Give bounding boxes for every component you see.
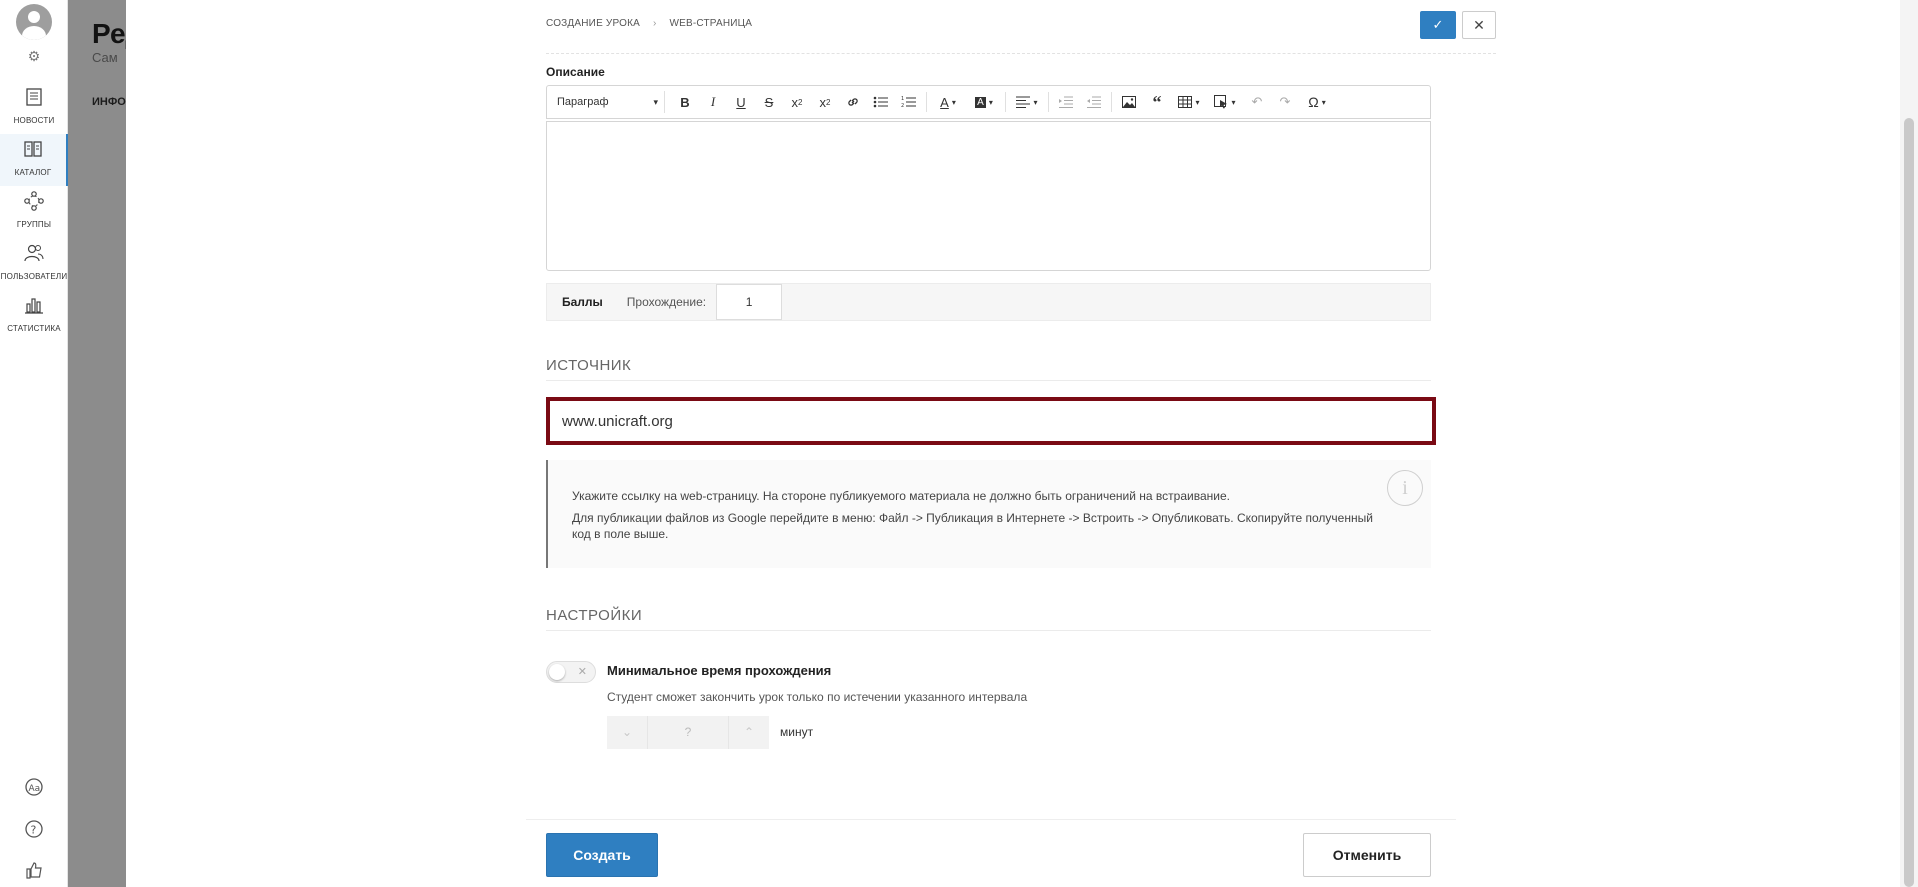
min-time-description: Студент сможет закончить урок только по … [607, 690, 1028, 704]
nav-item-label: ПОЛЬЗОВАТЕЛИ [0, 272, 68, 281]
chevron-down-icon: ▾ [653, 96, 658, 107]
table-icon[interactable]: ▾ [1171, 90, 1207, 114]
users-icon [24, 244, 44, 262]
indent-icon[interactable] [1052, 90, 1080, 114]
help-icon[interactable]: ? [22, 819, 46, 843]
hint-line: Для публикации файлов из Google перейдит… [572, 511, 1373, 541]
media-embed-icon[interactable]: ▾ [1207, 90, 1243, 114]
bold-icon[interactable]: B [671, 90, 699, 114]
breadcrumb: СОЗДАНИЕ УРОКА › WEB-СТРАНИЦА [546, 18, 752, 29]
scores-title: Баллы [562, 295, 603, 309]
min-time-title: Минимальное время прохождения [607, 663, 832, 678]
subscript-icon[interactable]: x2 [783, 90, 811, 114]
minutes-stepper: ⌄ ? ⌃ [607, 716, 769, 749]
scrollbar-thumb[interactable] [1904, 118, 1914, 887]
pass-score-input[interactable]: 1 [716, 284, 783, 320]
minutes-label: минут [780, 725, 814, 739]
description-editor[interactable] [546, 121, 1431, 271]
pass-score-label: Прохождение: [626, 295, 707, 309]
nav-item-news[interactable]: НОВОСТИ [0, 82, 68, 134]
blockquote-icon[interactable]: “ [1143, 90, 1171, 114]
divider [546, 630, 1431, 631]
min-time-toggle[interactable]: ✕ [546, 661, 596, 683]
special-characters-icon[interactable]: Ω ▾ [1299, 90, 1335, 114]
nav-item-label: СТАТИСТИКА [7, 324, 61, 333]
chevron-right-icon: › [652, 18, 657, 29]
nav-item-catalog[interactable]: КАТАЛОГ [0, 134, 68, 186]
svg-text:Aa: Aa [29, 784, 41, 794]
strikethrough-icon[interactable]: S [755, 90, 783, 114]
create-button[interactable]: Создать [546, 833, 658, 877]
description-label: Описание [546, 65, 605, 79]
source-heading: ИСТОЧНИК [546, 357, 632, 374]
background-color-icon[interactable]: A ▾ [966, 90, 1002, 114]
hint-line: Укажите ссылку на web-страницу. На сторо… [572, 489, 1230, 503]
italic-icon[interactable]: I [699, 90, 727, 114]
nav-item-label: КАТАЛОГ [14, 168, 52, 177]
check-icon: ✓ [1432, 17, 1444, 32]
scrollbar[interactable] [1900, 0, 1918, 887]
superscript-icon[interactable]: x2 [811, 90, 839, 114]
close-icon: ✕ [577, 666, 587, 678]
breadcrumb-item-create-lesson[interactable]: СОЗДАНИЕ УРОКА [546, 18, 640, 29]
decrement-button[interactable]: ⌄ [607, 716, 647, 749]
paragraph-select[interactable]: Параграф ▾ [553, 91, 665, 113]
underline-icon[interactable]: U [727, 90, 755, 114]
font-size-icon[interactable]: Aa [22, 777, 46, 801]
nav-item-statistics[interactable]: СТАТИСТИКА [0, 290, 68, 342]
source-hint: Укажите ссылку на web-страницу. На сторо… [546, 460, 1431, 568]
nav-item-groups[interactable]: ГРУППЫ [0, 186, 68, 238]
cancel-button[interactable]: Отменить [1303, 833, 1431, 877]
divider [546, 53, 1496, 54]
groups-icon [24, 191, 44, 211]
catalog-icon [24, 141, 42, 157]
nav-item-users[interactable]: ПОЛЬЗОВАТЕЛИ [0, 238, 68, 290]
chevron-down-icon: ⌄ [621, 725, 633, 739]
link-icon[interactable] [839, 90, 867, 114]
close-button[interactable]: ✕ [1462, 11, 1496, 39]
numbered-list-icon[interactable]: 12 [895, 90, 923, 114]
news-icon [26, 88, 42, 106]
breadcrumb-item-web-page: WEB-СТРАНИЦА [669, 18, 753, 29]
svg-text:2: 2 [901, 103, 904, 109]
editor-toolbar: Параграф ▾ B I U S x2 x2 12 A ▾ A ▾ ▾ “ … [546, 85, 1431, 119]
gear-icon[interactable]: ⚙ [25, 48, 43, 66]
hint-text: Укажите ссылку на web-страницу. На сторо… [572, 488, 1392, 542]
svg-text:?: ? [31, 824, 37, 837]
avatar[interactable] [16, 4, 52, 40]
chevron-up-icon: ⌃ [743, 725, 755, 739]
svg-text:1: 1 [901, 96, 904, 102]
increment-button[interactable]: ⌃ [729, 716, 769, 749]
minutes-value[interactable]: ? [647, 716, 729, 749]
close-icon: ✕ [1473, 16, 1485, 33]
scores-panel: Баллы Прохождение: 1 [546, 283, 1431, 321]
like-icon[interactable] [22, 860, 46, 884]
info-icon: i [1387, 470, 1423, 506]
divider [546, 380, 1431, 381]
source-url-input[interactable] [546, 397, 1436, 445]
font-color-icon[interactable]: A ▾ [930, 90, 966, 114]
bullet-list-icon[interactable] [867, 90, 895, 114]
statistics-icon [25, 298, 43, 314]
image-icon[interactable] [1115, 90, 1143, 114]
divider [526, 819, 1456, 820]
left-navigation: ⚙ НОВОСТИ КАТАЛОГ ГРУППЫ ПОЛЬЗОВАТЕЛИ СТ… [0, 0, 68, 887]
nav-item-label: НОВОСТИ [13, 116, 55, 125]
settings-heading: НАСТРОЙКИ [546, 607, 643, 624]
lesson-drawer: СОЗДАНИЕ УРОКА › WEB-СТРАНИЦА ✓ ✕ Описан… [126, 0, 1918, 887]
outdent-icon[interactable] [1080, 90, 1108, 114]
paragraph-select-value: Параграф [557, 96, 609, 108]
align-icon[interactable]: ▾ [1009, 90, 1045, 114]
nav-item-label: ГРУППЫ [16, 220, 52, 229]
undo-icon[interactable]: ↶ [1243, 90, 1271, 114]
confirm-button[interactable]: ✓ [1420, 11, 1456, 39]
redo-icon[interactable]: ↷ [1271, 90, 1299, 114]
drawer-content: СОЗДАНИЕ УРОКА › WEB-СТРАНИЦА ✓ ✕ Описан… [526, 0, 1496, 887]
